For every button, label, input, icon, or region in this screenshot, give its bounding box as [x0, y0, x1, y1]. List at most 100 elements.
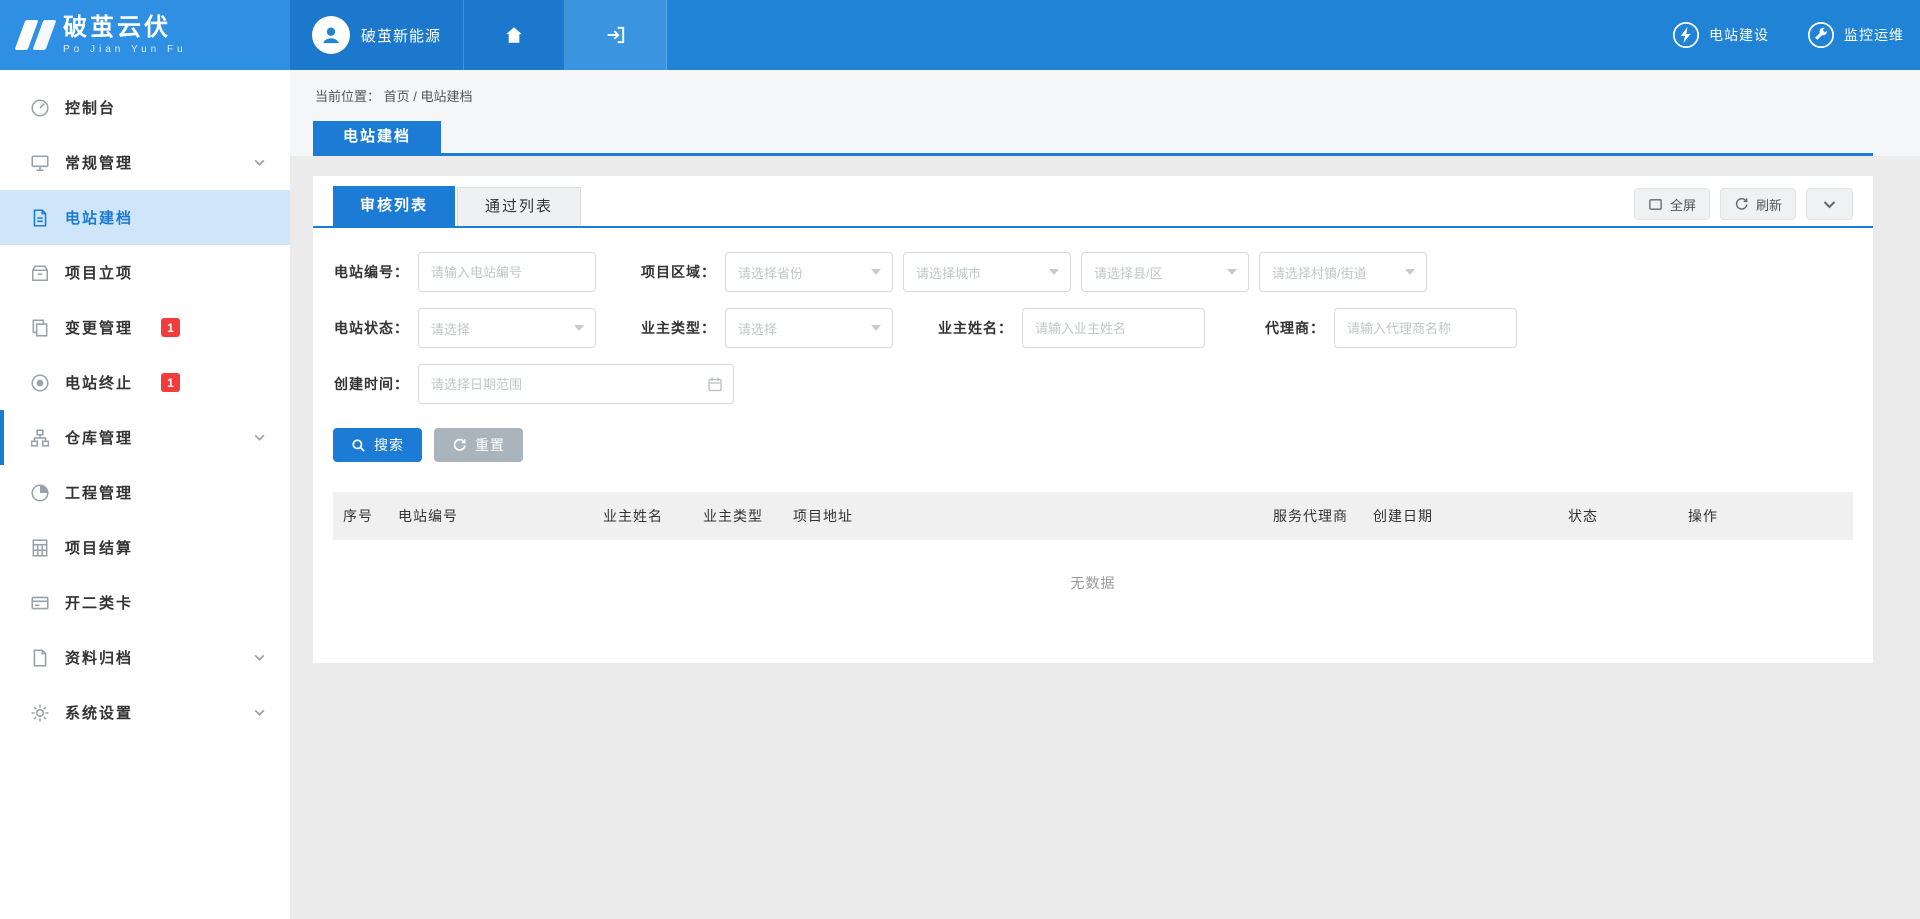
sidebar-item-engineering-management[interactable]: 工程管理 — [0, 465, 290, 520]
col-header-service-agent: 服务代理商 — [1263, 492, 1363, 540]
chevron-down-icon — [1822, 197, 1837, 212]
nav-monitor-ops[interactable]: 监控运维 — [1807, 21, 1904, 49]
page-tab-station-archive[interactable]: 电站建档 — [313, 121, 441, 153]
breadcrumb-home-link[interactable]: 首页 — [384, 89, 410, 104]
town-placeholder: 请选择村镇/街道 — [1272, 263, 1367, 282]
chevron-down-icon — [253, 156, 266, 169]
spacer — [253, 376, 266, 389]
sidebar-item-project-settlement[interactable]: 项目结算 — [0, 520, 290, 575]
nav-monitor-ops-label: 监控运维 — [1844, 25, 1904, 45]
home-icon — [504, 25, 524, 45]
sidebar-item-general-management[interactable]: 常规管理 — [0, 135, 290, 190]
sidebar-item-label: 系统设置 — [65, 702, 133, 723]
user-avatar-icon — [312, 16, 350, 54]
province-select[interactable]: 请选择省份 — [725, 252, 893, 292]
nav-station-build-label: 电站建设 — [1709, 25, 1769, 45]
header-spacer — [667, 0, 1672, 70]
results-table: 序号 电站编号 业主姓名 业主类型 项目地址 服务代理商 创建日期 状态 操作 — [333, 492, 1853, 637]
owner-type-select[interactable]: 请选择 — [725, 308, 893, 348]
date-range-input[interactable] — [418, 364, 734, 404]
sitemap-icon — [30, 428, 50, 448]
tab-review-list[interactable]: 审核列表 — [333, 186, 455, 226]
town-select[interactable]: 请选择村镇/街道 — [1259, 252, 1427, 292]
content-card: 审核列表 通过列表 全屏 — [313, 176, 1873, 663]
monitor-icon — [30, 153, 50, 173]
sidebar-item-data-archive[interactable]: 资料归档 — [0, 630, 290, 685]
chevron-down-icon — [253, 651, 266, 664]
city-select[interactable]: 请选择城市 — [903, 252, 1071, 292]
col-header-status: 状态 — [1558, 492, 1678, 540]
sidebar: 控制台 常规管理 电站建档 项目立项 — [0, 70, 290, 919]
owner-type-label: 业主类型： — [640, 318, 716, 338]
collapse-panel-button[interactable] — [1806, 188, 1853, 220]
sidebar-item-station-termination[interactable]: 电站终止 1 — [0, 355, 290, 410]
chevron-down-icon — [253, 431, 266, 444]
search-button-label: 搜索 — [374, 435, 404, 455]
sidebar-item-change-management[interactable]: 变更管理 1 — [0, 300, 290, 355]
active-indicator — [0, 410, 4, 465]
sidebar-item-label: 工程管理 — [65, 482, 133, 503]
sidebar-item-label: 控制台 — [65, 97, 116, 118]
sidebar-item-label: 资料归档 — [65, 647, 133, 668]
province-placeholder: 请选择省份 — [738, 263, 803, 282]
caret-down-icon — [871, 269, 881, 275]
owner-type-placeholder: 请选择 — [738, 319, 777, 338]
col-header-created-date: 创建日期 — [1363, 492, 1558, 540]
breadcrumb-separator: / — [413, 89, 417, 104]
created-time-label: 创建时间： — [333, 374, 409, 394]
breadcrumb-current-link[interactable]: 电站建档 — [421, 89, 473, 104]
col-header-project-address: 项目地址 — [783, 492, 1263, 540]
fullscreen-icon — [1648, 197, 1663, 212]
filter-form: 电站编号： 项目区域： 请选择省份 请选择城市 — [313, 228, 1873, 404]
sidebar-item-label: 开二类卡 — [65, 592, 133, 613]
refresh-icon — [1734, 197, 1749, 212]
col-header-station-no: 电站编号 — [388, 492, 593, 540]
sidebar-item-console[interactable]: 控制台 — [0, 80, 290, 135]
nav-station-build[interactable]: 电站建设 — [1672, 21, 1769, 49]
home-button[interactable] — [464, 0, 565, 70]
refresh-button[interactable]: 刷新 — [1720, 188, 1796, 220]
page-tab-row: 电站建档 — [313, 121, 1873, 156]
refresh-label: 刷新 — [1756, 195, 1782, 214]
sidebar-item-second-class-card[interactable]: 开二类卡 — [0, 575, 290, 630]
station-no-input[interactable] — [418, 252, 596, 292]
notification-badge: 1 — [161, 318, 180, 337]
county-select[interactable]: 请选择县/区 — [1081, 252, 1249, 292]
calculator-icon — [30, 538, 50, 558]
reset-button[interactable]: 重置 — [434, 428, 523, 462]
caret-down-icon — [1405, 269, 1415, 275]
empty-state-row: 无数据 — [333, 540, 1853, 637]
empty-state-text: 无数据 — [333, 540, 1853, 637]
box-icon — [30, 263, 50, 283]
col-header-index: 序号 — [333, 492, 388, 540]
search-icon — [351, 438, 366, 453]
tab-passed-list[interactable]: 通过列表 — [457, 187, 581, 226]
search-button[interactable]: 搜索 — [333, 428, 422, 462]
fullscreen-button[interactable]: 全屏 — [1634, 188, 1710, 220]
station-status-select[interactable]: 请选择 — [418, 308, 596, 348]
county-placeholder: 请选择县/区 — [1094, 263, 1163, 282]
sidebar-item-station-archive[interactable]: 电站建档 — [0, 190, 290, 245]
owner-name-input[interactable] — [1022, 308, 1205, 348]
sidebar-item-label: 常规管理 — [65, 152, 133, 173]
agent-input[interactable] — [1334, 308, 1517, 348]
chevron-down-icon — [253, 706, 266, 719]
target-icon — [30, 373, 50, 393]
sign-in-button[interactable] — [565, 0, 667, 70]
sidebar-item-project-initiation[interactable]: 项目立项 — [0, 245, 290, 300]
agent-label: 代理商： — [1249, 318, 1325, 338]
wrench-circle-icon — [1807, 21, 1835, 49]
caret-down-icon — [871, 325, 881, 331]
pie-chart-icon — [30, 483, 50, 503]
col-header-actions: 操作 — [1678, 492, 1853, 540]
col-header-owner-name: 业主姓名 — [593, 492, 693, 540]
sidebar-item-system-settings[interactable]: 系统设置 — [0, 685, 290, 740]
main-content: 当前位置： 首页 / 电站建档 电站建档 审核列表 通过列表 — [290, 70, 1920, 919]
sidebar-item-label: 变更管理 — [65, 317, 133, 338]
top-strip: 当前位置： 首页 / 电站建档 电站建档 — [290, 70, 1920, 156]
header-user-menu[interactable]: 破茧新能源 — [290, 0, 464, 70]
card-tab-bar: 审核列表 通过列表 全屏 — [313, 176, 1873, 228]
sidebar-item-warehouse-management[interactable]: 仓库管理 — [0, 410, 290, 465]
breadcrumb: 当前位置： 首页 / 电站建档 — [313, 86, 1873, 105]
app-header: 破茧云伏 Po Jian Yun Fu 破茧新能源 — [0, 0, 1920, 70]
